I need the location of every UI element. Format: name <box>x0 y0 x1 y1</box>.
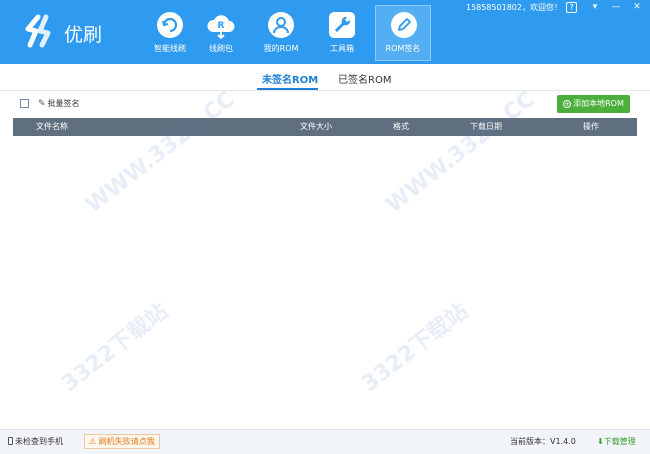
watermark: 3322下载站 <box>357 298 473 397</box>
app-name: 优刷 <box>64 24 103 46</box>
download-manager-button[interactable]: ⬇下载管理 <box>597 436 636 447</box>
app-header: 优刷 智能线刷 R 线刷包 我的ROM 工具箱 ROM签名 1585850180… <box>0 0 650 64</box>
phone-status: 未检查到手机 <box>8 436 63 447</box>
watermark: 3322下载站 <box>57 298 173 397</box>
app-logo-icon <box>25 14 51 48</box>
menu-button[interactable]: ▾ <box>588 1 602 13</box>
column-header-filesize[interactable]: 文件大小 <box>300 118 332 136</box>
nav-toolbox[interactable]: 工具箱 <box>314 6 370 60</box>
phone-status-label: 未检查到手机 <box>15 437 63 446</box>
table-header: 文件名称 文件大小 格式 下载日期 操作 <box>13 118 637 136</box>
plus-circle-icon: + <box>563 100 572 108</box>
column-header-filename[interactable]: 文件名称 <box>36 118 68 136</box>
flash-fail-help-link[interactable]: ⚠ 刷机失败请点我 <box>84 434 160 449</box>
refresh-icon <box>157 12 183 38</box>
status-bar: 未检查到手机 ⚠ 刷机失败请点我 当前版本：V1.4.0 ⬇下载管理 <box>0 429 650 454</box>
phone-icon <box>8 437 13 445</box>
watermark: WWW.3322.CC <box>81 86 240 219</box>
watermark: WWW.3322.CC <box>381 86 540 219</box>
user-icon <box>268 12 294 38</box>
tab-signed-rom[interactable]: 已签名ROM <box>338 71 391 86</box>
nav-label: ROM签名 <box>385 44 421 53</box>
batch-sign-button[interactable]: ✎ 批量签名 <box>38 98 80 109</box>
nav-rom-sign[interactable]: ROM签名 <box>375 5 431 61</box>
close-button[interactable]: ✕ <box>630 1 644 13</box>
help-button[interactable]: ? <box>566 2 577 13</box>
wrench-icon <box>329 12 355 38</box>
nav-label: 线刷包 <box>209 44 233 53</box>
nav-badge: R <box>218 21 225 31</box>
download-manager-label: 下载管理 <box>603 437 636 446</box>
active-tab-indicator <box>257 88 318 90</box>
add-local-rom-button[interactable]: + 添加本地ROM <box>557 95 630 113</box>
tab-unsigned-rom[interactable]: 未签名ROM <box>262 71 318 86</box>
column-header-format[interactable]: 格式 <box>393 118 409 136</box>
cloud-download-icon: R <box>207 15 235 40</box>
pencil-icon: ✎ <box>38 99 46 109</box>
version-label: 当前版本：V1.4.0 <box>510 437 576 446</box>
minimize-button[interactable]: — <box>609 1 623 13</box>
nav-my-rom[interactable]: 我的ROM <box>253 6 309 60</box>
select-all-checkbox[interactable] <box>20 99 29 108</box>
batch-sign-label: 批量签名 <box>47 99 80 108</box>
nav-label: 我的ROM <box>263 44 299 53</box>
nav-smart-flash[interactable]: 智能线刷 <box>142 6 198 60</box>
add-local-rom-label: 添加本地ROM <box>573 99 624 108</box>
pen-icon <box>391 12 417 38</box>
warning-icon: ⚠ <box>89 437 97 446</box>
nav-label: 智能线刷 <box>154 44 186 53</box>
flash-fail-label: 刷机失败请点我 <box>98 437 155 446</box>
nav-flash-package[interactable]: R 线刷包 <box>193 6 249 60</box>
sub-tab-bar: 未签名ROM 已签名ROM <box>0 64 650 91</box>
download-icon: ⬇ <box>597 437 604 446</box>
nav-label: 工具箱 <box>330 44 354 53</box>
column-header-action: 操作 <box>583 122 599 131</box>
user-greeting: 15858501802，欢迎您！ <box>466 3 562 12</box>
